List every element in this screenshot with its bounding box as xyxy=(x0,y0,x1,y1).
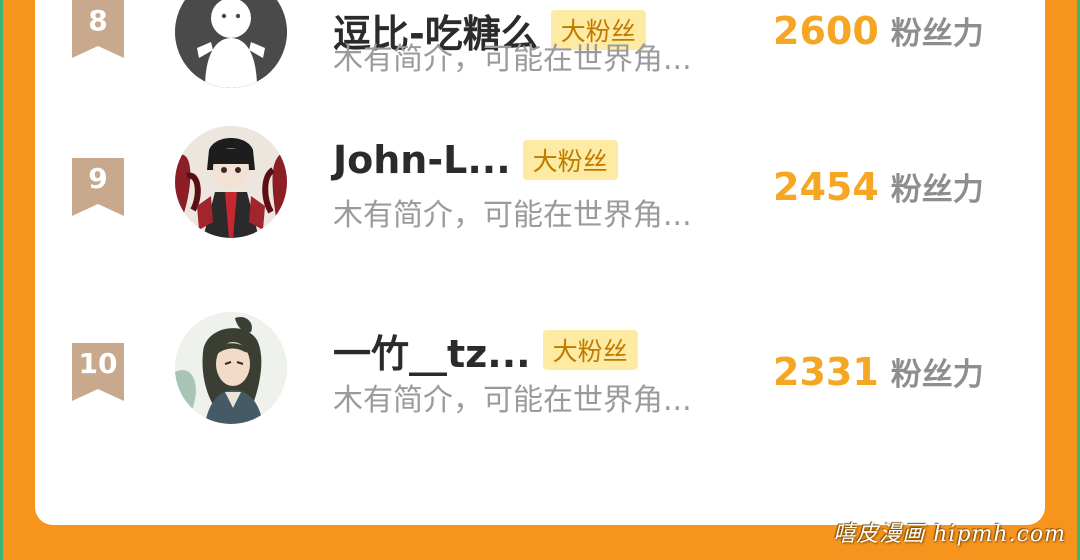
score-unit: 粉丝力 xyxy=(890,172,984,208)
rank-badge: 10 xyxy=(72,343,124,401)
score-unit: 粉丝力 xyxy=(890,16,984,52)
ranking-row[interactable]: 8 逗比-吃糖么 大粉丝 木有简介，可能在世界角... 2600 粉丝力 xyxy=(35,0,1045,120)
avatar[interactable] xyxy=(175,126,287,238)
fan-level-badge: 大粉丝 xyxy=(542,330,638,370)
rank-badge: 9 xyxy=(72,158,124,216)
user-name[interactable]: John-L... xyxy=(333,138,511,182)
rank-badge: 8 xyxy=(72,0,124,58)
fan-power-score: 2600 粉丝力 xyxy=(773,8,984,53)
rank-number: 9 xyxy=(88,162,108,195)
ranking-card: 8 逗比-吃糖么 大粉丝 木有简介，可能在世界角... 2600 粉丝力 9 J… xyxy=(35,0,1045,525)
name-line: John-L... 大粉丝 xyxy=(333,135,618,185)
fan-power-score: 2331 粉丝力 xyxy=(773,349,984,394)
avatar[interactable] xyxy=(175,312,287,424)
score-value: 2331 xyxy=(773,350,879,394)
default-avatar-icon xyxy=(175,0,287,88)
score-unit: 粉丝力 xyxy=(890,357,984,393)
anime-avatar-icon xyxy=(175,312,287,424)
left-edge-strip xyxy=(0,0,3,560)
user-bio: 木有简介，可能在世界角... xyxy=(333,198,692,233)
score-value: 2454 xyxy=(773,165,879,209)
rank-number: 8 xyxy=(88,4,108,37)
user-bio: 木有简介，可能在世界角... xyxy=(333,42,692,77)
ranking-row[interactable]: 10 一竹__tz... 大粉丝 木有简介，可能在世界角... 2331 粉丝力 xyxy=(35,312,1045,475)
anime-avatar-icon xyxy=(175,126,287,238)
ranking-row[interactable]: 9 John-L... 大粉丝 木有简介，可能在世界角... 2454 粉丝力 xyxy=(35,126,1045,290)
rank-number: 10 xyxy=(78,347,118,380)
avatar[interactable] xyxy=(175,0,287,88)
site-watermark: 嘻皮漫画 hipmh.com xyxy=(833,522,1066,547)
user-name[interactable]: 一竹__tz... xyxy=(333,323,531,378)
fan-level-badge: 大粉丝 xyxy=(522,140,618,180)
user-bio: 木有简介，可能在世界角... xyxy=(333,383,692,418)
fan-power-score: 2454 粉丝力 xyxy=(773,164,984,209)
score-value: 2600 xyxy=(773,9,879,53)
name-line: 一竹__tz... 大粉丝 xyxy=(333,323,638,378)
